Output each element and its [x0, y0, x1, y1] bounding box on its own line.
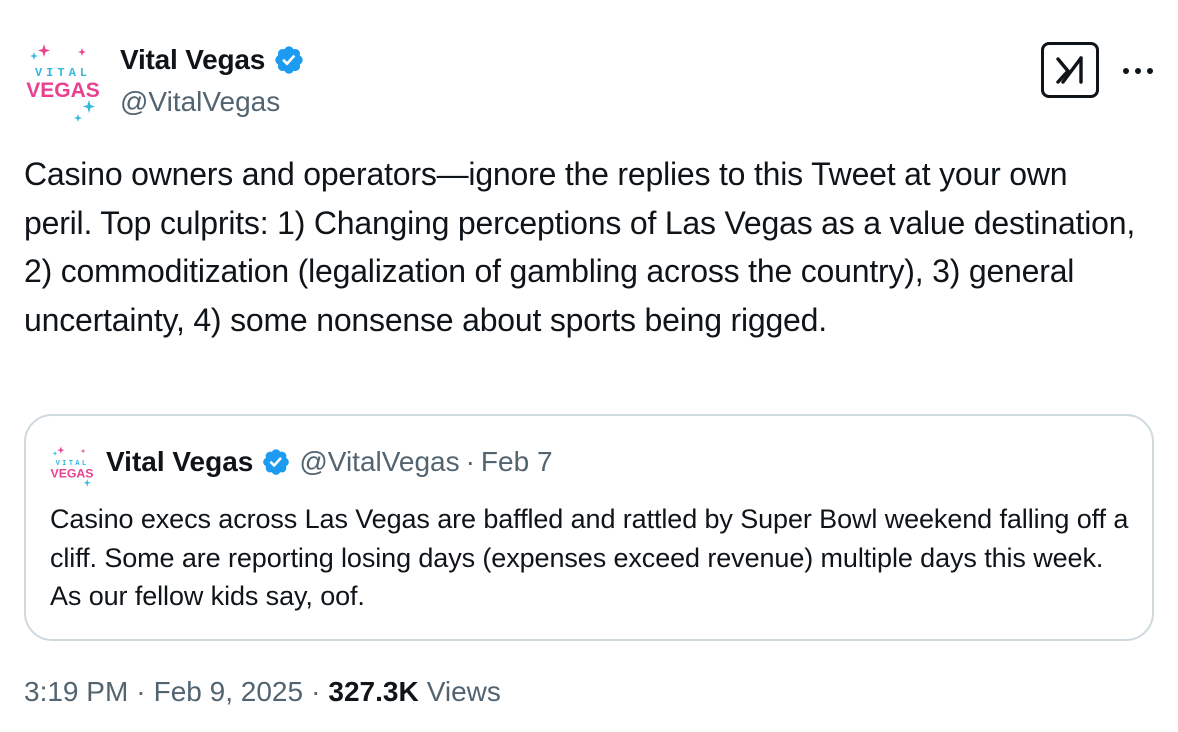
- avatar-logo-top-text: VITAL: [35, 66, 91, 80]
- quoted-tweet-header: Vital Vegas @VitalVegas · Feb 7: [106, 446, 553, 478]
- tweet-text: Casino owners and operators—ignore the r…: [24, 156, 1136, 338]
- quoted-tweet-text: Casino execs across Las Vegas are baffle…: [50, 504, 1129, 611]
- author-name-row[interactable]: Vital Vegas: [120, 44, 305, 76]
- tweet-time[interactable]: 3:19 PM: [24, 676, 128, 708]
- quoted-author-name[interactable]: Vital Vegas: [106, 446, 253, 478]
- tweet-meta: 3:19 PM · Feb 9, 2025 · 327.3K Views: [24, 676, 501, 708]
- avatar-logo-bottom-text: VEGAS: [26, 79, 100, 102]
- grok-button[interactable]: [1041, 42, 1099, 98]
- more-options-button[interactable]: [1118, 56, 1158, 86]
- tweet: VITAL VEGAS Vital Vegas @VitalVegas Casi…: [0, 0, 1178, 732]
- verified-badge-icon[interactable]: [273, 44, 305, 76]
- grok-icon: [1056, 56, 1083, 84]
- more-horizontal-icon: [1123, 68, 1153, 74]
- tweet-date[interactable]: Feb 9, 2025: [154, 676, 303, 708]
- views-label: Views: [426, 676, 501, 707]
- meta-separator: ·: [311, 676, 321, 707]
- quoted-avatar-logo-bottom-text: VEGAS: [51, 466, 94, 480]
- verified-badge-icon: [261, 447, 291, 477]
- author-avatar[interactable]: VITAL VEGAS: [22, 40, 104, 122]
- author-display-name[interactable]: Vital Vegas: [120, 44, 265, 76]
- quoted-author-handle[interactable]: @VitalVegas: [299, 446, 459, 478]
- author-handle[interactable]: @VitalVegas: [120, 86, 280, 118]
- quoted-separator: ·: [465, 446, 475, 477]
- quoted-author-avatar[interactable]: VITAL VEGAS: [48, 444, 96, 492]
- views-count[interactable]: 327.3K: [328, 676, 418, 708]
- quoted-tweet[interactable]: VITAL VEGAS Vital Vegas @VitalVegas · Fe…: [24, 414, 1154, 641]
- meta-separator: ·: [136, 676, 146, 707]
- quoted-tweet-date[interactable]: Feb 7: [481, 446, 553, 478]
